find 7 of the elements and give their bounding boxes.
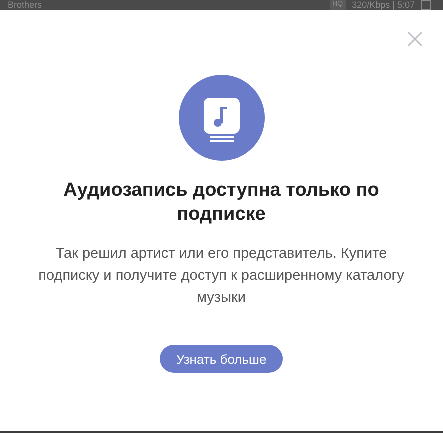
dialog-title: Аудиозапись доступна только по подписке	[62, 179, 380, 227]
bitrate-text: 320/Kbps | 5:07	[352, 0, 415, 10]
dialog-message: Так решил артист или его представитель. Купите подписку и получите доступ к расширенному каталогу музыки	[38, 245, 406, 308]
track-title: Brothers	[8, 0, 44, 10]
music-album-icon	[178, 75, 264, 161]
learn-more-button[interactable]: Узнать больше	[160, 345, 283, 373]
save-icon[interactable]	[421, 0, 431, 10]
